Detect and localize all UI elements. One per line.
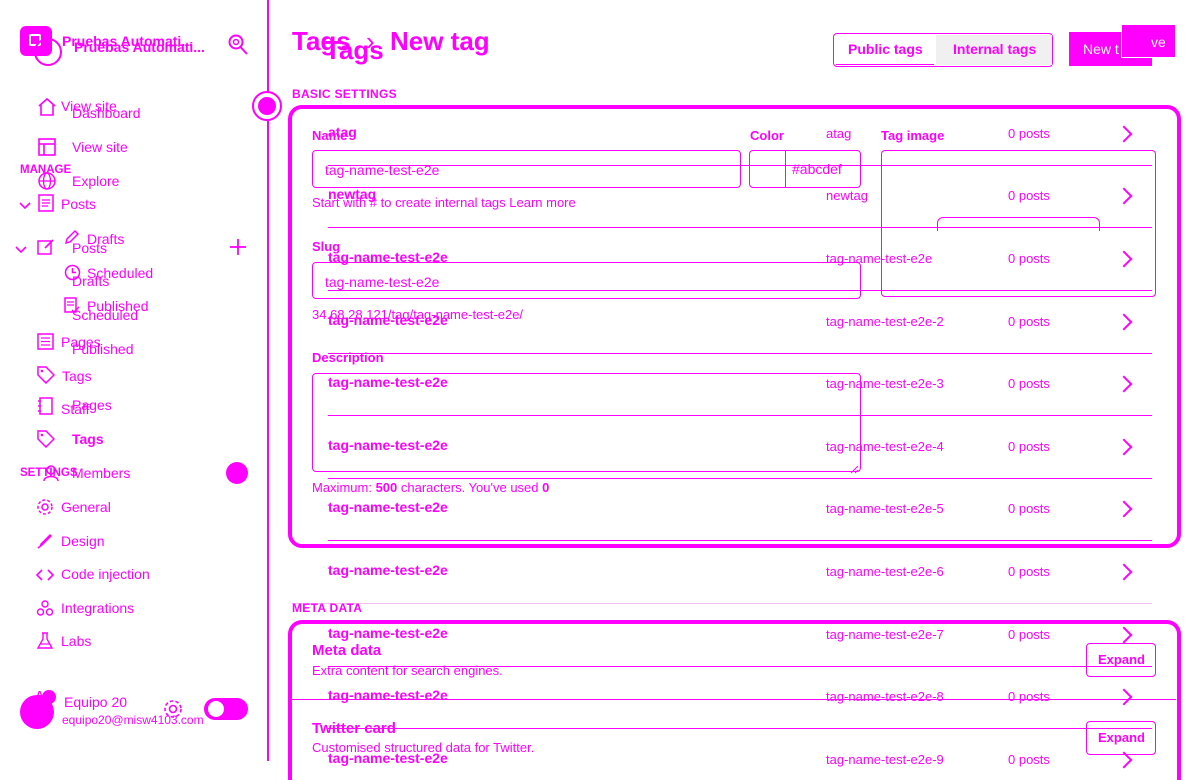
nav-posts-a[interactable]: Posts <box>61 196 96 212</box>
nav-code-injection[interactable]: Code injection <box>61 566 150 582</box>
members-status-dot <box>226 462 248 484</box>
tag-icon-2 <box>37 430 56 449</box>
limit-used: 0 <box>542 480 550 495</box>
integrations-icon <box>36 599 54 617</box>
meta-data-card <box>288 620 1181 780</box>
basic-settings-heading: BASIC SETTINGS <box>292 87 397 101</box>
meta-divider <box>292 603 1152 604</box>
staff-icon <box>37 397 55 415</box>
tab-public-underline <box>836 64 934 65</box>
nav-labs[interactable]: Labs <box>61 633 91 649</box>
save-button-label: ve <box>1151 34 1166 50</box>
breadcrumb-tags-b[interactable]: Tags <box>325 35 384 66</box>
site-logo-circle <box>34 38 62 66</box>
twitter-card-description: Customised structured data for Twitter. <box>312 740 535 755</box>
add-post-icon[interactable] <box>229 238 247 256</box>
nav-posts-b[interactable]: Posts <box>72 240 107 256</box>
nav-published-b[interactable]: Published <box>72 341 134 357</box>
limit-number: 500 <box>375 480 398 495</box>
breadcrumb-separator: › <box>366 26 375 56</box>
nav-tags-b[interactable]: Tags <box>72 431 104 447</box>
name-hint: Start with # to create internal tags Lea… <box>312 195 576 210</box>
tag-row-name[interactable]: tag-name-test-e2e <box>328 562 448 578</box>
members-icon <box>42 464 60 482</box>
limit-mid: characters. You've used <box>397 480 543 495</box>
chevron-down-icon[interactable] <box>19 198 31 210</box>
limit-prefix: Maximum: <box>312 480 376 495</box>
meta-data-heading: META DATA <box>292 601 363 615</box>
avatar-badge <box>42 690 56 704</box>
globe-icon <box>37 171 57 191</box>
twitter-card-expand-label: Expand <box>1098 730 1145 745</box>
description-label: Description <box>312 350 384 365</box>
site-title-duplicate[interactable]: Pruebas Automati... <box>74 39 205 55</box>
nav-design[interactable]: Design <box>61 533 105 549</box>
search-icon[interactable] <box>227 32 249 58</box>
tag-row-slug: tag-name-test-e2e-6 <box>826 564 944 579</box>
pages-icon <box>37 333 54 350</box>
nav-scheduled-b[interactable]: Scheduled <box>72 307 138 323</box>
new-tag-button-label: New t <box>1083 41 1119 57</box>
page-title: New tag <box>390 26 490 56</box>
chevron-down-icon-2[interactable] <box>15 242 27 254</box>
save-button[interactable] <box>1121 24 1176 58</box>
code-icon <box>35 566 55 584</box>
description-limit-hint: Maximum: 500 characters. You've used 0 <box>312 480 549 495</box>
settings-gear-icon[interactable] <box>162 698 184 720</box>
color-swatch[interactable] <box>749 150 786 188</box>
home-icon <box>37 97 57 117</box>
slug-input-value: tag-name-test-e2e <box>325 274 440 290</box>
tag-icon <box>37 366 56 385</box>
tag-row-post-count: 0 posts <box>1008 564 1050 579</box>
meta-data-expand-label: Expand <box>1098 652 1145 667</box>
resize-grip-icon[interactable] <box>850 461 859 474</box>
meta-data-description: Extra content for search engines. <box>312 663 503 678</box>
nav-dashboard[interactable]: Dashboard <box>72 105 141 121</box>
window-icon <box>37 137 57 157</box>
tag-image-upload-button[interactable] <box>937 217 1100 231</box>
tab-internal-tags[interactable]: Internal tags <box>953 41 1036 57</box>
color-label: Color <box>750 128 784 143</box>
nav-tags-a[interactable]: Tags <box>62 368 92 384</box>
nav-drafts-b[interactable]: Drafts <box>72 273 109 289</box>
description-textarea[interactable] <box>312 373 861 472</box>
tag-image-label: Tag image <box>881 128 945 143</box>
nav-general[interactable]: General <box>61 499 111 515</box>
name-label: Name <box>312 128 348 143</box>
sidebar-resize-handle-dot <box>258 97 276 115</box>
nav-view-site-b[interactable]: View site <box>72 139 128 155</box>
nav-integrations[interactable]: Integrations <box>61 600 134 616</box>
chevron-right-icon[interactable] <box>1115 563 1133 581</box>
night-mode-toggle-knob <box>208 701 224 717</box>
nav-pages-b[interactable]: Pages <box>72 397 112 413</box>
slug-label: Slug <box>312 239 341 254</box>
brush-icon <box>36 532 54 550</box>
twitter-card-title: Twitter card <box>312 720 396 737</box>
meta-row-divider <box>292 699 1176 700</box>
name-input-value: tag-name-test-e2e <box>325 162 440 178</box>
document-icon <box>37 194 55 212</box>
url-preview: 34.68.28.121/tag/tag-name-test-e2e/ <box>312 307 524 322</box>
edit-icon <box>37 238 55 256</box>
nav-members[interactable]: Members <box>72 465 130 481</box>
color-input-value: #abcdef <box>792 161 842 177</box>
user-name[interactable]: Equipo 20 <box>64 694 127 710</box>
avatar-mini-label: A <box>36 690 44 701</box>
nav-explore[interactable]: Explore <box>72 173 119 189</box>
flask-icon <box>36 632 54 650</box>
tab-public-tags[interactable]: Public tags <box>848 41 923 57</box>
meta-data-title: Meta data <box>312 642 382 659</box>
gear-icon <box>36 498 54 516</box>
